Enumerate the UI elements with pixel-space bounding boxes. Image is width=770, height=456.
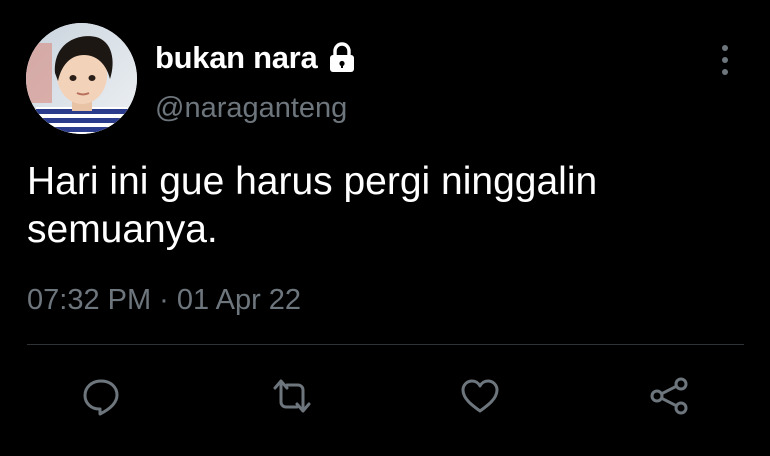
share-icon bbox=[650, 377, 688, 415]
avatar-image bbox=[26, 23, 137, 134]
author-name-row: bukan nara bbox=[155, 38, 359, 78]
retweet-button[interactable] bbox=[268, 372, 316, 420]
like-button[interactable] bbox=[456, 372, 504, 420]
tweet-card: bukan nara @naraganteng Hari ini gue har… bbox=[0, 0, 770, 456]
avatar[interactable] bbox=[26, 23, 137, 134]
reply-button[interactable] bbox=[77, 372, 125, 420]
more-options-button[interactable] bbox=[710, 42, 740, 78]
heart-icon bbox=[461, 379, 499, 413]
reply-icon bbox=[83, 379, 119, 416]
lock-icon bbox=[325, 41, 359, 75]
divider bbox=[27, 344, 744, 345]
user-handle[interactable]: @naraganteng bbox=[155, 92, 347, 125]
action-bar bbox=[0, 372, 770, 420]
tweet-timestamp[interactable]: 07:32 PM · 01 Apr 22 bbox=[27, 284, 301, 317]
share-button[interactable] bbox=[645, 372, 693, 420]
more-vertical-icon bbox=[722, 45, 728, 75]
tweet-text: Hari ini gue harus pergi ninggalin semua… bbox=[27, 160, 598, 251]
retweet-icon bbox=[273, 379, 311, 413]
display-name[interactable]: bukan nara bbox=[155, 40, 318, 76]
